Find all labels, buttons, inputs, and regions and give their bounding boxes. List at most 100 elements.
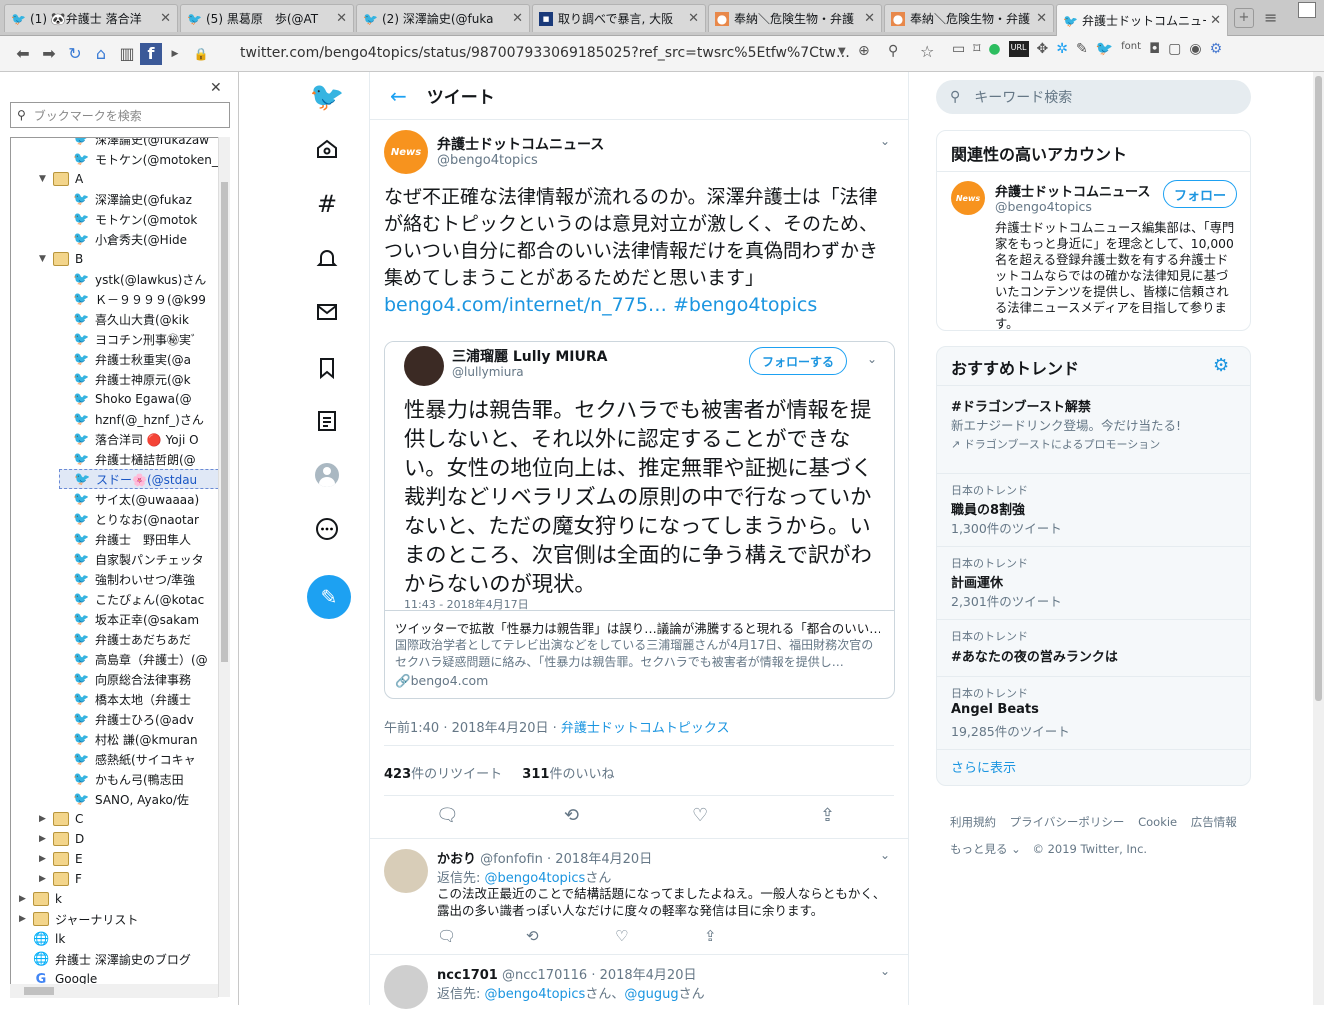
tab-list-icon[interactable]: ≡	[1264, 8, 1277, 27]
extension-icon[interactable]: ◉	[1189, 41, 1201, 57]
expand-right-icon[interactable]: ▶	[39, 874, 49, 884]
scroll-thumb[interactable]	[1315, 76, 1322, 701]
close-icon[interactable]: ✕	[688, 11, 699, 26]
bookmark-folder[interactable]: ▶ D	[39, 829, 229, 849]
bookmark-item[interactable]: 🐦 Shoko Egawa(@	[59, 389, 229, 409]
bookmark-item[interactable]: 🐦 こたぴょん(@kotac	[59, 589, 229, 609]
reply-icon[interactable]: 🗨	[436, 805, 459, 826]
bookmarks-icon[interactable]	[302, 348, 352, 388]
new-tab-icon[interactable]: +	[1234, 8, 1254, 28]
home-icon[interactable]	[302, 129, 352, 169]
browser-tab[interactable]: ● 奉納＼危険生物・弁護 ✕	[884, 4, 1054, 32]
footer-link[interactable]: 広告情報	[1191, 815, 1237, 829]
tweet-source[interactable]: 弁護士ドットコムトピックス	[561, 721, 730, 736]
font-icon[interactable]: font	[1121, 41, 1141, 57]
close-icon[interactable]: ✕	[512, 11, 523, 26]
trend-item[interactable]: 日本のトレンド Angel Beats 19,285件のツイート	[937, 677, 1250, 749]
url-icon[interactable]: URL	[1008, 41, 1029, 57]
expand-down-icon[interactable]: ▼	[39, 174, 49, 184]
bookmark-folder[interactable]: ▶ C	[39, 809, 229, 829]
bookmark-item[interactable]: 🐦 強制わいせつ/準強	[59, 569, 229, 589]
bookmark-item[interactable]: 🐦 スドー🌸(@stdau	[59, 469, 229, 489]
back-icon[interactable]: ⬅	[10, 41, 36, 67]
close-icon[interactable]: ✕	[160, 11, 171, 26]
bookmark-hscrollbar[interactable]	[10, 984, 218, 998]
explore-icon[interactable]: #	[302, 184, 352, 224]
footer-link[interactable]: Cookie	[1138, 815, 1177, 829]
bookmark-item[interactable]: 🐦 弁護士ひろ(@adv	[59, 709, 229, 729]
tweet-link[interactable]: bengo4.com/internet/n_775…	[384, 294, 667, 316]
avatar[interactable]: News	[384, 130, 428, 174]
footer-more-link[interactable]: もっと見る	[950, 842, 1008, 856]
tweet-timestamp[interactable]: 午前1:40 · 2018年4月20日	[384, 721, 549, 736]
account-handle[interactable]: @bengo4topics	[995, 199, 1092, 214]
like-icon[interactable]: ♡	[615, 927, 628, 945]
retweet-label[interactable]: 件のリツイート	[411, 767, 502, 782]
retweet-icon[interactable]: ⟲	[526, 927, 539, 945]
search-input[interactable]: ⚲ キーワード検索	[936, 80, 1251, 114]
bookmark-item[interactable]: 🐦 モトケン(@motok	[59, 209, 229, 229]
bookmark-item[interactable]: 🐦 かもん弓(鴨志田	[59, 769, 229, 789]
expand-down-icon[interactable]: ▼	[39, 254, 49, 264]
gear-icon[interactable]: ⚙	[1213, 355, 1229, 376]
reply-icon[interactable]: 🗨	[437, 927, 456, 945]
author-handle[interactable]: @bengo4topics	[437, 153, 538, 168]
reply-to-link[interactable]: @bengo4topics	[485, 987, 586, 1002]
expand-right-icon[interactable]: ▶	[19, 894, 29, 904]
hashtag-link[interactable]: #bengo4topics	[673, 294, 817, 316]
add-icon[interactable]: ⊕	[858, 43, 870, 59]
bookmark-folder[interactable]: ▶ ジャーナリスト	[19, 909, 229, 929]
close-icon[interactable]: ✕	[1036, 11, 1047, 26]
bookmark-folder[interactable]: ▶ k	[19, 889, 229, 909]
profile-icon[interactable]	[302, 455, 352, 495]
reply-to-link[interactable]: @gugug	[624, 987, 678, 1002]
facebook-icon[interactable]: f	[140, 42, 162, 65]
follow-button[interactable]: フォロー	[1163, 180, 1237, 208]
bookmark-item[interactable]: 🐦 hznf(@_hznf_)さん	[59, 409, 229, 429]
close-icon[interactable]: ✕	[1210, 13, 1221, 28]
bookmark-item[interactable]: 🐦 ystk(@lawkus)さん	[59, 269, 229, 289]
footer-link[interactable]: プライバシーポリシー	[1010, 815, 1125, 829]
avatar[interactable]: News	[951, 181, 985, 215]
zoom-icon[interactable]: ⚲	[888, 43, 898, 59]
bookmark-search-input[interactable]: ⚲ ブックマークを検索	[10, 102, 230, 128]
like-label[interactable]: 件のいいね	[549, 767, 614, 782]
more-icon[interactable]: ▶	[162, 41, 188, 67]
reply-date[interactable]: 2018年4月20日	[600, 968, 697, 983]
close-icon[interactable]: ✕	[336, 11, 347, 26]
browser-tab[interactable]: ■ 取り調べで暴言, 大阪 ✕	[532, 4, 706, 32]
trend-item[interactable]: #ドラゴンブースト解禁 新エナジードリンク登場。今だけ当たる! ↗ ドラゴンブー…	[937, 386, 1250, 460]
bookmark-item[interactable]: 🐦 弁護士あだちあだ	[59, 629, 229, 649]
like-count[interactable]: 311	[522, 767, 549, 782]
account-name[interactable]: 弁護士ドットコムニュース	[995, 181, 1150, 200]
settings-icon[interactable]: ⚙	[1210, 41, 1223, 57]
browser-tab[interactable]: 🐦 (1) 🐼弁護士 落合洋 ✕	[4, 4, 178, 32]
page-scrollbar[interactable]	[1313, 72, 1324, 1005]
dropdown-icon[interactable]: ▼	[838, 46, 846, 57]
browser-tab-active[interactable]: 🐦 弁護士ドットコムニュー ✕	[1056, 4, 1228, 36]
author-name[interactable]: 弁護士ドットコムニュース	[437, 134, 604, 154]
notifications-icon[interactable]	[302, 238, 352, 278]
bookmark-folder[interactable]: ▶ F	[39, 869, 229, 889]
pocket-icon[interactable]: ◘	[1149, 41, 1160, 57]
trend-item[interactable]: 日本のトレンド 職員の8割強 1,300件のツイート	[937, 474, 1250, 546]
browser-tab[interactable]: ● 奉納＼危険生物・弁護 ✕	[708, 4, 882, 32]
bookmark-folder[interactable]: ▼ B	[39, 249, 229, 269]
bookmark-item[interactable]: 🐦 自家製パンチェッタ	[59, 549, 229, 569]
bookmark-item[interactable]: 🐦 向原総合法律事務	[59, 669, 229, 689]
bookmark-item[interactable]: 🐦 ヨコチン刑事㊙実ﾞ	[59, 329, 229, 349]
bookmark-item[interactable]: 🐦 SANO, Ayako/佐	[59, 789, 229, 809]
trend-item[interactable]: 日本のトレンド 計画運休 2,301件のツイート	[937, 547, 1250, 619]
bookmark-item[interactable]: 🐦 落合洋司 🔴 Yoji O	[59, 429, 229, 449]
bookmark-item[interactable]: 🐦 村松 謙(@kmuran	[59, 729, 229, 749]
bookmark-item[interactable]: 🐦 モトケン(@motoken_	[59, 149, 229, 169]
reply-author-name[interactable]: かおり	[437, 852, 476, 867]
feedly-icon[interactable]: ✲	[1056, 41, 1068, 57]
window-icon[interactable]	[1298, 2, 1316, 18]
browser-tab[interactable]: 🐦 (2) 深澤論史(@fuka ✕	[356, 4, 530, 32]
bookmark-item[interactable]: 🐦 感熱紙(サイコキャ	[59, 749, 229, 769]
avatar[interactable]	[384, 965, 428, 1009]
show-more-link[interactable]: さらに表示	[951, 757, 1016, 776]
back-arrow-icon[interactable]: ←	[390, 84, 407, 108]
retweet-icon[interactable]: ⟲	[564, 805, 579, 826]
